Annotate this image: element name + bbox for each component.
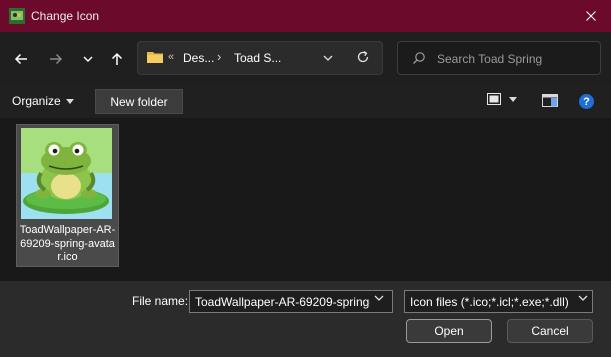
back-button[interactable] (8, 46, 34, 72)
file-type-value: Icon files (*.ico;*.icl;*.exe;*.dll) (410, 295, 569, 309)
open-button[interactable]: Open (406, 319, 492, 343)
window-title: Change Icon (31, 9, 100, 23)
new-folder-label: New folder (110, 94, 168, 109)
up-button[interactable] (104, 46, 130, 72)
arrow-left-icon (14, 53, 27, 65)
chevron-down-icon (83, 56, 93, 62)
file-thumbnail-toad-icon (21, 128, 112, 219)
close-button[interactable] (571, 0, 611, 32)
arrow-right-icon (50, 53, 63, 65)
close-icon (586, 11, 596, 21)
search-icon (413, 52, 425, 64)
forward-button[interactable] (43, 46, 69, 72)
organize-button[interactable]: Organize (12, 90, 74, 112)
file-name: ToadWallpaper-AR-69209-spring-avatar.ico (19, 224, 116, 263)
new-folder-button[interactable]: New folder (95, 89, 183, 114)
chevron-down-icon[interactable] (578, 295, 588, 301)
breadcrumb-overflow[interactable]: « (168, 51, 174, 63)
navigation-bar: « Des... › Toad S... Search Toad Spring (0, 32, 611, 84)
app-icon (9, 8, 25, 24)
help-icon: ? (583, 95, 590, 108)
organize-label: Organize (12, 94, 61, 108)
title-bar: Change Icon (0, 0, 611, 32)
address-dropdown-icon[interactable] (322, 51, 334, 65)
list-item[interactable]: ToadWallpaper-AR-69209-spring-avatar.ico (16, 124, 119, 267)
open-label: Open (434, 324, 464, 338)
preview-pane-icon[interactable] (542, 94, 558, 107)
file-list: ToadWallpaper-AR-69209-spring-avatar.ico (0, 118, 611, 281)
change-icon-dialog: Change Icon « Des... › Toad S... Search … (0, 0, 611, 357)
file-name-input[interactable] (189, 290, 393, 313)
breadcrumb-separator[interactable]: › (217, 49, 221, 64)
address-bar[interactable]: « Des... › Toad S... (137, 41, 383, 75)
search-box[interactable]: Search Toad Spring (397, 41, 601, 75)
bottom-panel: File name: Icon files (*.ico;*.icl;*.exe… (0, 281, 611, 357)
breadcrumb-item-desktop[interactable]: Des... (183, 51, 214, 65)
chevron-down-icon (65, 98, 74, 104)
cancel-button[interactable]: Cancel (507, 319, 593, 343)
chevron-down-icon (509, 96, 517, 102)
view-icon (487, 93, 501, 105)
file-type-select[interactable]: Icon files (*.ico;*.icl;*.exe;*.dll) (404, 290, 593, 313)
command-toolbar: Organize New folder ? (0, 84, 611, 118)
folder-icon (147, 52, 163, 63)
refresh-icon[interactable] (356, 50, 370, 64)
chevron-down-icon[interactable] (374, 295, 384, 301)
help-button[interactable]: ? (579, 94, 594, 109)
file-name-label: File name: (132, 294, 189, 308)
search-placeholder: Search Toad Spring (437, 52, 543, 66)
recent-locations-button[interactable] (75, 46, 101, 72)
breadcrumb-item-toad-spring[interactable]: Toad S... (234, 51, 281, 65)
cancel-label: Cancel (531, 324, 569, 338)
change-view-button[interactable] (487, 93, 517, 105)
arrow-up-icon (111, 52, 123, 65)
